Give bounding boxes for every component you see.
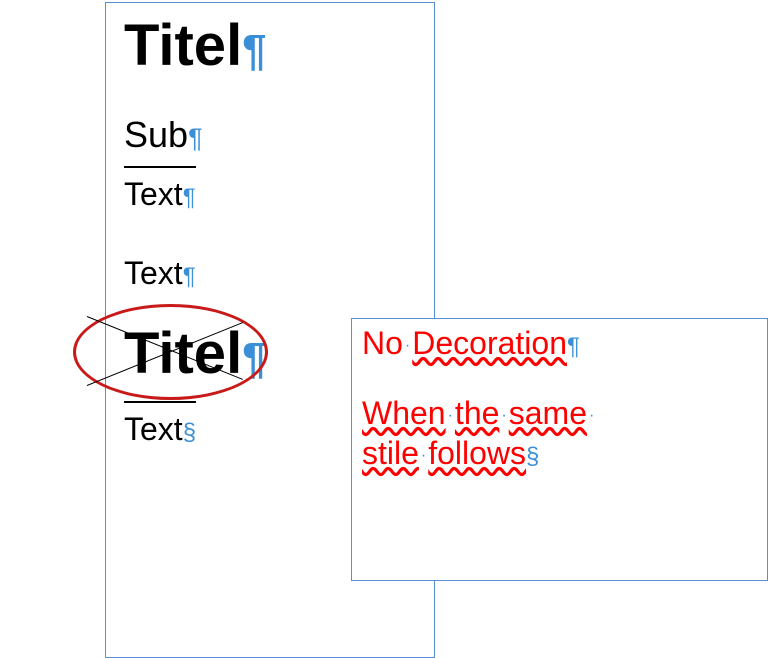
space-dot-icon: ·	[587, 407, 596, 424]
space-dot-icon: ·	[419, 447, 428, 464]
body-text-1: Text	[124, 176, 183, 212]
text-frame-annotation[interactable]: No·Decoration¶ When·the·same· stile·foll…	[351, 318, 768, 581]
title-text-2: Titel	[124, 321, 242, 386]
pilcrow-icon: ¶	[188, 123, 203, 153]
pilcrow-icon: ¶	[183, 263, 196, 290]
sub-text: Sub	[124, 114, 188, 155]
pilcrow-icon: ¶	[242, 335, 266, 383]
annotation-word-spellcheck: When	[362, 395, 446, 431]
annotation-line-1[interactable]: No·Decoration¶	[352, 319, 767, 363]
title-paragraph-1[interactable]: Titel¶	[106, 3, 434, 81]
section-mark-icon: §	[183, 419, 196, 446]
annotation-word-spellcheck: stile	[362, 435, 419, 471]
annotation-word-spellcheck: same	[509, 395, 587, 431]
section-mark-icon: §	[526, 443, 539, 470]
space-dot-icon: ·	[403, 337, 412, 354]
annotation-word-spellcheck: follows	[428, 435, 526, 471]
paragraph-rule	[124, 401, 196, 403]
pilcrow-icon: ¶	[567, 333, 580, 360]
pilcrow-icon: ¶	[242, 27, 266, 75]
body-paragraph-2[interactable]: Text¶	[106, 253, 434, 295]
annotation-word: No	[362, 325, 403, 361]
body-text-3: Text	[124, 411, 183, 447]
title-text: Titel	[124, 13, 242, 78]
body-paragraph-1[interactable]: Text¶	[106, 174, 434, 216]
pilcrow-icon: ¶	[183, 184, 196, 211]
paragraph-rule	[124, 166, 196, 168]
annotation-line-2[interactable]: When·the·same· stile·follows§	[352, 393, 767, 473]
sub-paragraph[interactable]: Sub¶	[106, 113, 434, 156]
annotation-word-spellcheck: Decoration	[412, 325, 567, 361]
body-text-2: Text	[124, 255, 183, 291]
space-dot-icon: ·	[446, 407, 455, 424]
annotation-word-spellcheck: the	[455, 395, 499, 431]
space-dot-icon: ·	[499, 407, 508, 424]
